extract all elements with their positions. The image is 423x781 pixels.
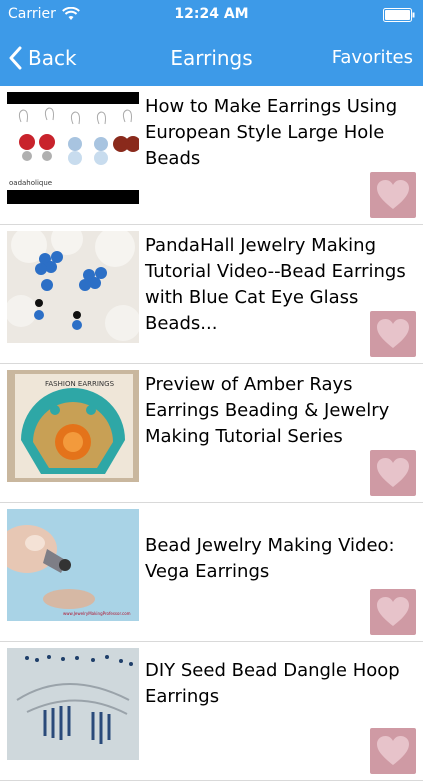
favorite-button[interactable] [370,172,416,218]
status-time: 12:24 AM [174,6,249,22]
list-item[interactable]: www.JewelryMakingProfessor.com Bead Jewe… [0,503,423,642]
heart-icon [377,597,409,626]
thumb-caption: oadaholique [9,179,52,187]
heart-icon [377,736,409,765]
item-title: How to Make Earrings Using European Styl… [145,96,398,169]
heart-icon [377,180,409,209]
status-bar: Carrier 12:24 AM [0,0,423,30]
favorites-button[interactable]: Favorites [332,30,413,86]
list-item[interactable]: DIY Seed Bead Dangle Hoop Earrings [0,642,423,781]
list-item[interactable]: FASHION EARRINGS Preview of Amber Rays E… [0,364,423,503]
thumb-caption: www.JewelryMakingProfessor.com [63,611,131,616]
favorite-button[interactable] [370,450,416,496]
thumbnail-image: FASHION EARRINGS [7,370,139,482]
favorite-button[interactable] [370,589,416,635]
item-title: DIY Seed Bead Dangle Hoop Earrings [145,660,400,707]
battery-icon [383,8,415,22]
list-item[interactable]: oadaholique How to Make Earrings Using E… [0,86,423,225]
thumbnail-image: oadaholique [7,92,139,204]
item-title: Bead Jewelry Making Video: Vega Earrings [145,535,395,582]
video-list: oadaholique How to Make Earrings Using E… [0,86,423,781]
heart-icon [377,458,409,487]
thumb-caption: FASHION EARRINGS [45,380,115,388]
item-title: Preview of Amber Rays Earrings Beading &… [145,374,390,447]
thumbnail-image: www.JewelryMakingProfessor.com [7,509,139,621]
header: Carrier 12:24 AM Back Earrings Favorites [0,0,423,86]
nav-bar: Back Earrings Favorites [0,30,423,86]
favorite-button[interactable] [370,311,416,357]
list-item[interactable]: PandaHall Jewelry Making Tutorial Video-… [0,225,423,364]
thumbnail-image [7,648,139,760]
favorite-button[interactable] [370,728,416,774]
thumbnail-image [7,231,139,343]
heart-icon [377,319,409,348]
